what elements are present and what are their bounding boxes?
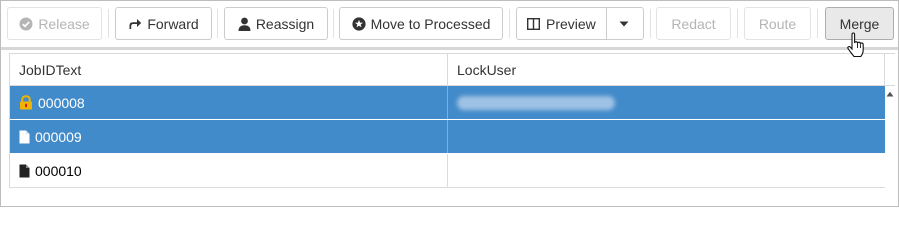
- jobid-cell: 000008: [10, 86, 448, 119]
- route-label: Route: [758, 15, 797, 32]
- jobid-text: 000009: [35, 128, 82, 145]
- toolbar-separator: [650, 9, 651, 38]
- move-to-processed-button[interactable]: Move to Processed: [339, 7, 503, 40]
- jobid-cell: 000010: [10, 154, 448, 187]
- document-icon: [19, 164, 30, 178]
- toolbar: Release Forward Reassign Move to Process…: [1, 1, 898, 47]
- jobid-text: 000008: [38, 94, 85, 111]
- vertical-scrollbar[interactable]: [885, 86, 895, 188]
- toolbar-separator: [737, 9, 738, 38]
- column-header-label: JobIDText: [19, 61, 82, 78]
- table-row[interactable]: 000009: [10, 120, 885, 154]
- preview-split-button: Preview: [516, 7, 644, 40]
- toolbar-separator: [509, 9, 510, 38]
- hand-pointer-cursor-icon: [846, 32, 866, 58]
- release-button[interactable]: Release: [7, 7, 102, 40]
- column-header-label: LockUser: [457, 61, 517, 78]
- check-circle-icon: [19, 17, 33, 31]
- table-row[interactable]: 000008: [10, 86, 885, 120]
- release-label: Release: [38, 15, 90, 32]
- forward-button[interactable]: Forward: [115, 7, 212, 40]
- column-header-jobidtext[interactable]: JobIDText: [10, 54, 448, 86]
- redact-label: Redact: [671, 15, 716, 32]
- app-frame: Release Forward Reassign Move to Process…: [0, 0, 899, 207]
- reassign-button[interactable]: Reassign: [224, 7, 328, 40]
- reassign-label: Reassign: [255, 15, 315, 32]
- lockuser-cell: [448, 86, 885, 119]
- lockuser-cell: [448, 120, 885, 153]
- jobid-text: 000010: [35, 162, 82, 179]
- toolbar-separator: [333, 9, 334, 38]
- star-circle-icon: [351, 16, 366, 31]
- user-icon: [238, 17, 251, 31]
- route-button[interactable]: Route: [744, 7, 811, 40]
- preview-label: Preview: [546, 15, 596, 32]
- preview-button[interactable]: Preview: [517, 8, 607, 39]
- jobid-cell: 000009: [10, 120, 448, 153]
- column-header-lockuser[interactable]: LockUser: [448, 54, 885, 86]
- scroll-up-arrow-icon[interactable]: [886, 91, 894, 97]
- preview-dropdown-toggle[interactable]: [607, 8, 641, 39]
- redact-button[interactable]: Redact: [656, 7, 731, 40]
- document-icon: [19, 130, 30, 144]
- lockuser-cell: [448, 154, 885, 187]
- merge-label: Merge: [839, 15, 880, 32]
- forward-label: Forward: [147, 15, 199, 32]
- forward-arrow-icon: [128, 17, 142, 30]
- columns-icon: [527, 17, 540, 30]
- toolbar-divider: [1, 47, 898, 50]
- jobs-grid: JobIDText LockUser 000008 000009 000010: [9, 53, 895, 188]
- toolbar-separator: [108, 9, 109, 38]
- table-row[interactable]: 000010: [10, 154, 885, 188]
- toolbar-separator: [817, 9, 818, 38]
- toolbar-separator: [217, 9, 218, 38]
- caret-down-icon: [619, 21, 629, 27]
- move-to-processed-label: Move to Processed: [370, 15, 491, 32]
- lock-icon: [19, 95, 33, 110]
- header-spacer: [885, 54, 895, 86]
- redacted-lock-user: [457, 95, 615, 110]
